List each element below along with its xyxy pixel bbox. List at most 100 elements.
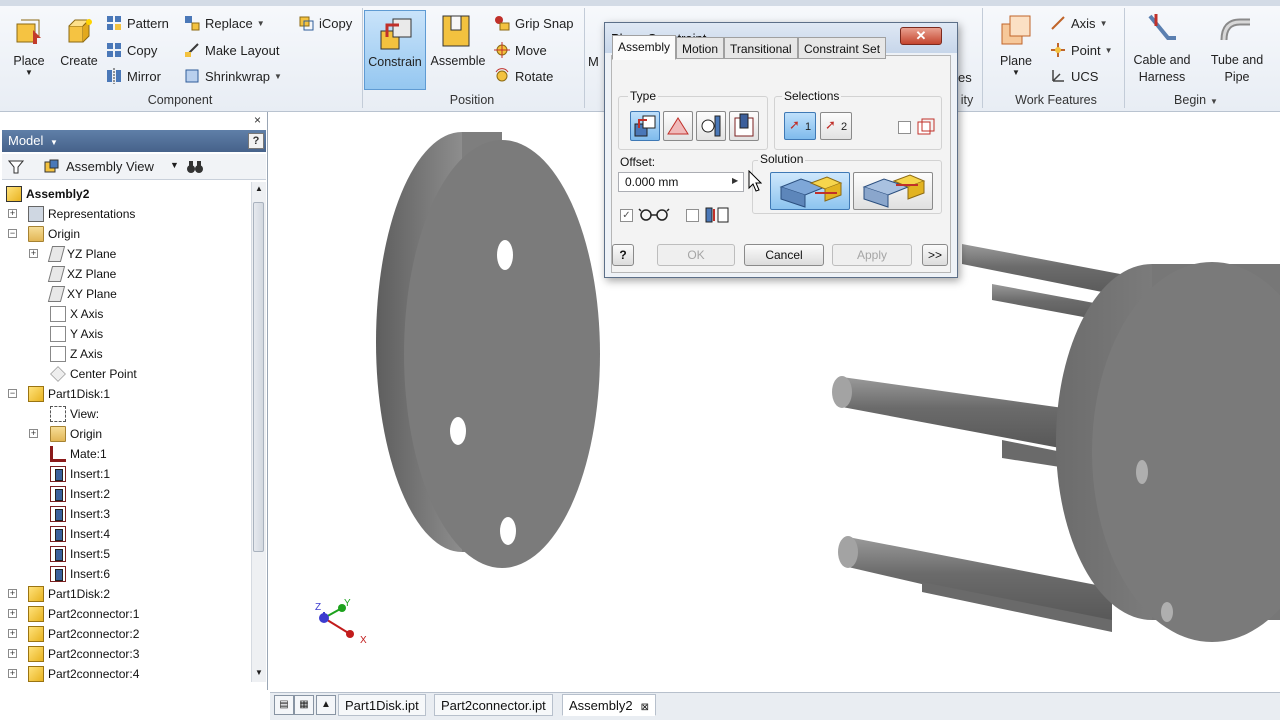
ok-button[interactable]: OK [657, 244, 735, 266]
tree-item-view[interactable]: View: [50, 404, 99, 424]
tree-item-part2connector-4[interactable]: Part2connector:4 [28, 664, 139, 682]
cascade-windows-icon[interactable]: ▦ [294, 695, 314, 715]
pattern-button[interactable]: Pattern [106, 12, 169, 34]
tree-item-xy-plane[interactable]: XY Plane [47, 284, 117, 304]
cable-harness-button[interactable]: Cable and Harness [1126, 10, 1198, 90]
selection-1-button[interactable]: ➚ 1 [784, 112, 816, 140]
browser-help-icon[interactable]: ? [248, 133, 264, 149]
replace-button[interactable]: Replace ▼ [184, 12, 265, 34]
tree-item-assembly2[interactable]: Assembly2 [6, 184, 89, 204]
tree-item-insert-3[interactable]: Insert:3 [50, 504, 110, 524]
assemble-button[interactable]: Assemble [428, 10, 488, 90]
mate-type-button[interactable] [630, 111, 660, 141]
tab-assembly2[interactable]: Assembly2 ⊠ [562, 694, 656, 716]
expand-icon[interactable]: + [8, 609, 17, 618]
expand-icon[interactable]: + [8, 589, 17, 598]
tile-windows-icon[interactable]: ▤ [274, 695, 294, 715]
solution-flush-button[interactable] [853, 172, 933, 210]
collapse-icon[interactable]: − [8, 229, 17, 238]
place-button[interactable]: Place ▼ [6, 10, 52, 80]
browser-header[interactable]: Model ▼ [2, 130, 266, 152]
connector-rod-bottom[interactable] [838, 536, 1112, 632]
tab-transitional[interactable]: Transitional [724, 37, 798, 59]
filter-icon[interactable] [8, 159, 24, 175]
tab-assembly[interactable]: Assembly [612, 35, 677, 60]
expand-icon[interactable]: + [8, 629, 17, 638]
mirror-icon [106, 68, 122, 84]
assembly-view-dropdown-icon[interactable]: ▼ [170, 160, 179, 170]
tree-item-insert-5[interactable]: Insert:5 [50, 544, 110, 564]
tree-item-part2connector-3[interactable]: Part2connector:3 [28, 644, 139, 664]
insert-type-button[interactable] [729, 111, 759, 141]
first-occurrence-checkbox[interactable] [898, 121, 911, 134]
tree-item-mate-1[interactable]: Mate:1 [50, 444, 107, 464]
point-button[interactable]: Point ▼ [1050, 39, 1113, 61]
ucs-button[interactable]: UCS [1050, 65, 1098, 87]
constrain-button[interactable]: Constrain [364, 10, 426, 90]
axis-button[interactable]: Axis ▼ [1050, 12, 1107, 34]
browser-scrollbar-thumb[interactable] [253, 202, 264, 552]
tab-constraint-set[interactable]: Constraint Set [798, 37, 887, 59]
tree-item-part1disk-2[interactable]: Part1Disk:2 [28, 584, 110, 604]
apply-button[interactable]: Apply [832, 244, 912, 266]
find-binoculars-icon[interactable] [186, 159, 204, 175]
tree-item-origin[interactable]: Origin [28, 224, 80, 244]
expand-icon[interactable]: + [29, 249, 38, 258]
tree-item-z-axis[interactable]: Z Axis [50, 344, 103, 364]
grip-snap-button[interactable]: Grip Snap [494, 12, 574, 34]
tree-item-insert-4[interactable]: Insert:4 [50, 524, 110, 544]
create-button[interactable]: Create [56, 10, 102, 80]
tangent-type-button[interactable] [696, 111, 726, 141]
scroll-up-icon[interactable]: ▲ [255, 184, 263, 193]
expand-icon[interactable]: + [8, 209, 17, 218]
tree-item-part2connector-1[interactable]: Part2connector:1 [28, 604, 139, 624]
tab-part1disk[interactable]: Part1Disk.ipt [338, 694, 426, 716]
offset-arrow-icon[interactable]: ▶ [732, 176, 738, 185]
connector-rod-middle[interactable] [832, 376, 1092, 472]
tree-item-insert-2[interactable]: Insert:2 [50, 484, 110, 504]
tree-item-part2connector-2[interactable]: Part2connector:2 [28, 624, 139, 644]
tree-item-y-axis[interactable]: Y Axis [50, 324, 103, 344]
make-layout-button[interactable]: Make Layout [184, 39, 279, 61]
plane-button[interactable]: Plane ▼ [992, 10, 1040, 80]
tree-item-x-axis[interactable]: X Axis [50, 304, 103, 324]
icopy-button[interactable]: iCopy [298, 12, 352, 34]
assembly-view-label[interactable]: Assembly View [66, 159, 154, 174]
cancel-button[interactable]: Cancel [744, 244, 824, 266]
expand-icon[interactable]: + [8, 669, 17, 678]
tab-menu-icon[interactable]: ▲ [316, 695, 336, 715]
dialog-close-button[interactable]: ✕ [900, 27, 942, 45]
scroll-down-icon[interactable]: ▼ [255, 668, 263, 677]
tab-motion[interactable]: Motion [676, 37, 725, 59]
offset-input[interactable]: 0.000 mm [618, 172, 744, 192]
tree-item-part1disk-1[interactable]: Part1Disk:1 [28, 384, 110, 404]
angle-type-button[interactable] [663, 111, 693, 141]
tab-label: Assembly [618, 40, 671, 54]
tree-item-representations[interactable]: Representations [28, 204, 135, 224]
tab-close-icon[interactable]: ⊠ [641, 702, 649, 713]
tree-item-center-point[interactable]: Center Point [50, 364, 137, 384]
selection-2-button[interactable]: ➚ 2 [820, 112, 852, 140]
solution-mate-button[interactable] [770, 172, 850, 210]
tube-pipe-button[interactable]: Tube and Pipe [1202, 10, 1272, 90]
expand-icon[interactable]: + [29, 429, 38, 438]
expand-icon[interactable]: + [8, 649, 17, 658]
mirror-button[interactable]: Mirror [106, 65, 161, 87]
tree-item-xz-plane[interactable]: XZ Plane [47, 264, 116, 284]
show-preview-checkbox[interactable]: ✓ [620, 209, 633, 222]
dialog-help-button[interactable]: ? [612, 244, 634, 266]
more-options-button[interactable]: >> [922, 244, 948, 266]
tree-item-insert-6[interactable]: Insert:6 [50, 564, 110, 584]
predict-offset-checkbox[interactable] [686, 209, 699, 222]
collapse-icon[interactable]: − [8, 389, 17, 398]
tree-item-insert-1[interactable]: Insert:1 [50, 464, 110, 484]
shrinkwrap-button[interactable]: Shrinkwrap ▼ [184, 65, 282, 87]
begin-group-label[interactable]: Begin ▼ [1126, 93, 1266, 107]
tree-item-part-origin[interactable]: Origin [50, 424, 102, 444]
rotate-button[interactable]: Rotate [494, 65, 553, 87]
copy-button[interactable]: Copy [106, 39, 157, 61]
move-button[interactable]: Move [494, 39, 547, 61]
tab-part2connector[interactable]: Part2connector.ipt [434, 694, 553, 716]
tree-item-yz-plane[interactable]: YZ Plane [47, 244, 116, 264]
panel-close-icon[interactable]: × [254, 113, 261, 127]
